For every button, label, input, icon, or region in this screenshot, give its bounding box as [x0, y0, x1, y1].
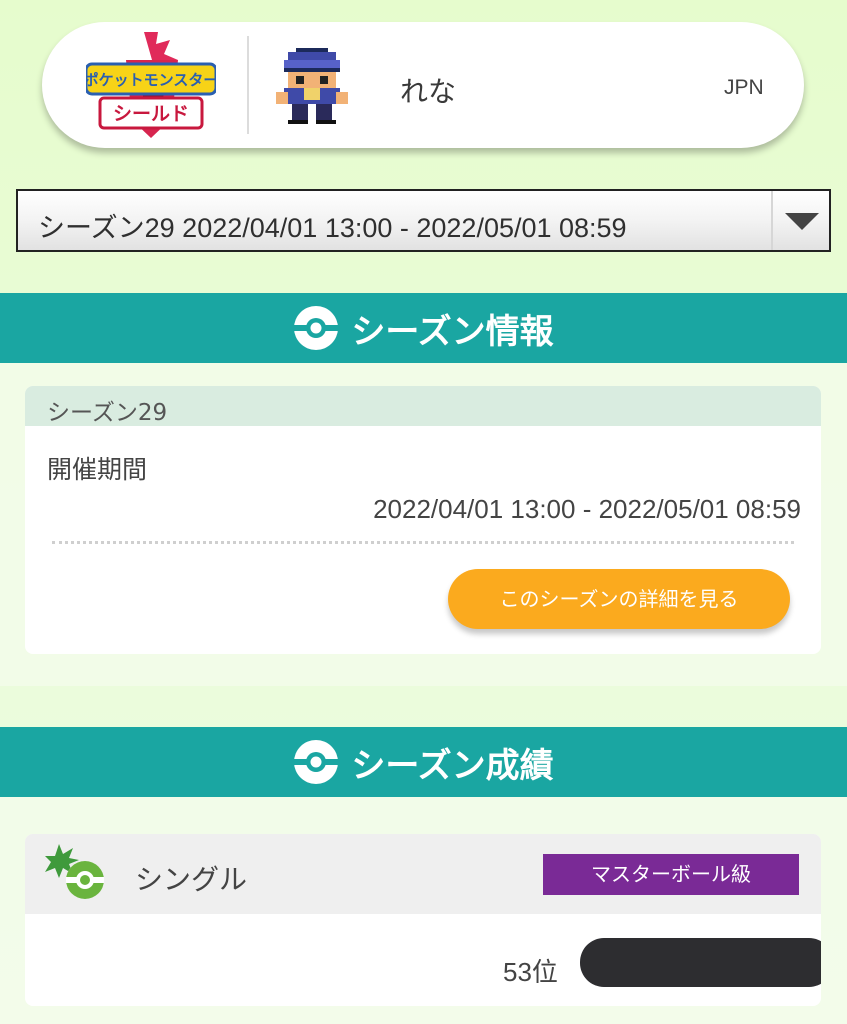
trainer-profile-card: ポケットモンスター シールド れな JPN	[42, 22, 804, 148]
season-info-card: シーズン29 開催期間 2022/04/01 13:00 - 2022/05/0…	[25, 386, 821, 654]
season-card-title: シーズン29	[47, 400, 168, 426]
trainer-name: れな	[400, 75, 457, 108]
season-card-header: シーズン29	[25, 386, 821, 426]
season-select-value: シーズン29 2022/04/01 13:00 - 2022/05/01 08:…	[38, 213, 627, 243]
battle-type-label: シングル	[135, 863, 248, 896]
season-select-arrow-button[interactable]	[771, 191, 829, 250]
result-card-header: シングル マスターボール級	[25, 834, 821, 914]
season-results-title: シーズン成績	[351, 745, 554, 786]
poke-ball-icon	[294, 306, 339, 350]
triangle-down-icon	[785, 213, 819, 230]
season-details-button[interactable]: このシーズンの詳細を見る	[448, 569, 790, 629]
season-info-header: シーズン情報	[0, 293, 847, 363]
period-value: 2022/04/01 13:00 - 2022/05/01 08:59	[373, 494, 801, 524]
pokemon-shield-logo-icon: ポケットモンスター シールド	[86, 32, 216, 138]
single-battle-result-card: シングル マスターボール級 53位	[25, 834, 821, 1006]
season-results-header: シーズン成績	[0, 727, 847, 797]
pixel-trainer-avatar-icon	[276, 48, 348, 124]
dotted-divider	[52, 541, 794, 544]
rank-class-badge: マスターボール級	[543, 854, 799, 895]
season-info-title: シーズン情報	[351, 311, 554, 352]
logo-text-line2: シールド	[113, 103, 189, 125]
redacted-rating-bar	[580, 938, 821, 987]
profile-divider	[247, 36, 249, 134]
period-label: 開催期間	[47, 455, 148, 484]
single-battle-icon	[45, 844, 104, 899]
poke-ball-icon	[294, 740, 339, 784]
region-code: JPN	[724, 76, 764, 99]
season-select[interactable]: シーズン29 2022/04/01 13:00 - 2022/05/01 08:…	[16, 189, 831, 252]
ranking-value: 53位	[503, 957, 558, 987]
logo-text-line1: ポケットモンスター	[86, 71, 216, 89]
